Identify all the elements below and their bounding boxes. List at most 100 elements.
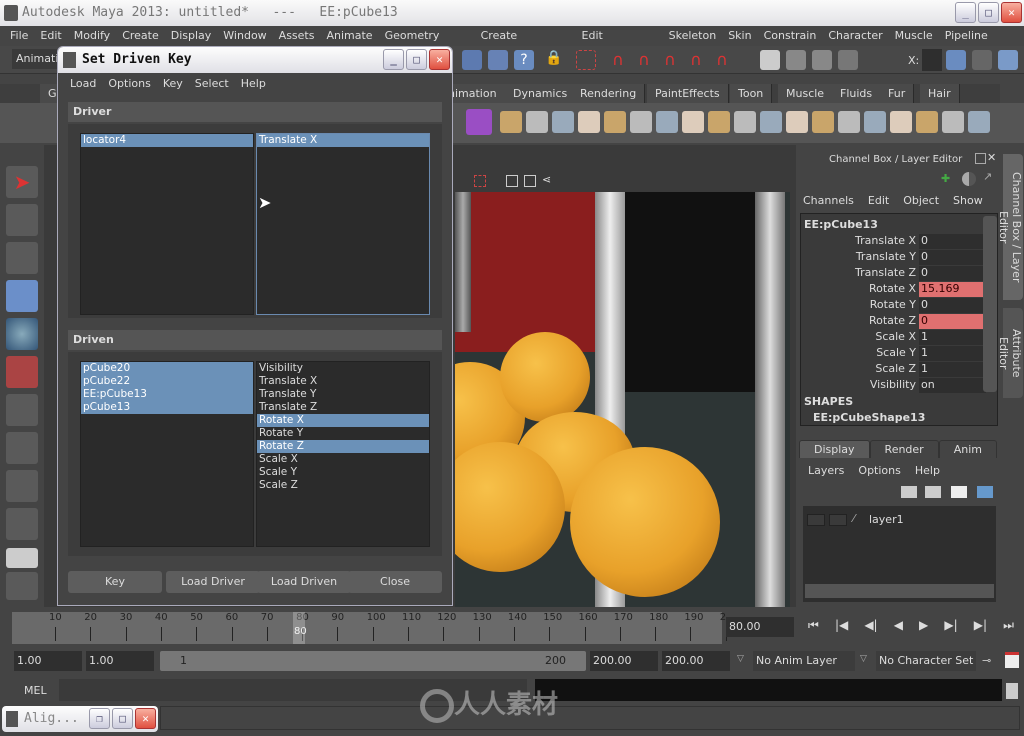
- layer-tab-render[interactable]: Render: [869, 440, 939, 458]
- driver-object-list[interactable]: locator4: [80, 133, 254, 315]
- shelf-tool-icon[interactable]: [760, 111, 782, 133]
- shelf-tool-icon[interactable]: [812, 111, 834, 133]
- snap-point-icon[interactable]: ∩: [660, 50, 680, 70]
- character-set-dropdown[interactable]: No Character Set: [876, 651, 976, 671]
- paint-icon[interactable]: [488, 50, 508, 70]
- channel-value[interactable]: on: [919, 378, 986, 393]
- restore-button[interactable]: ❐: [89, 708, 110, 729]
- list-item[interactable]: Rotate Z: [257, 440, 429, 453]
- menu-geometry-cache[interactable]: Geometry Cache: [379, 26, 475, 62]
- visibility-toggle[interactable]: [807, 514, 825, 526]
- end-time-field[interactable]: 200.00: [662, 651, 730, 671]
- toggle-channel-box-icon[interactable]: [946, 50, 966, 70]
- toggle-tool-settings-icon[interactable]: [972, 50, 992, 70]
- channel-value[interactable]: 1: [919, 362, 986, 377]
- list-item[interactable]: Translate Z: [257, 401, 429, 414]
- list-item[interactable]: Scale Z: [257, 479, 429, 492]
- menu-modify[interactable]: Modify: [68, 26, 116, 46]
- wireframe-icon[interactable]: [506, 175, 518, 187]
- list-item[interactable]: Translate X: [257, 134, 429, 147]
- layer-menu-help[interactable]: Help: [915, 464, 940, 477]
- channel-row-translate-y[interactable]: Translate Y0: [806, 250, 986, 266]
- list-item[interactable]: Visibility: [257, 362, 429, 375]
- viewport-scene[interactable]: [455, 192, 790, 607]
- playback-start-field[interactable]: 1.00: [86, 651, 154, 671]
- play-backward-icon[interactable]: ◀: [894, 618, 903, 638]
- select-region-icon[interactable]: [576, 50, 596, 70]
- channel-value[interactable]: 15.169: [919, 282, 986, 297]
- menu-skeleton[interactable]: Skeleton: [663, 26, 723, 46]
- new-layer-icon[interactable]: [901, 486, 917, 498]
- minimize-button[interactable]: _: [955, 2, 976, 23]
- shelf-tool-icon[interactable]: [526, 111, 548, 133]
- float-icon[interactable]: [975, 153, 986, 164]
- load-driven-button[interactable]: Load Driven: [257, 571, 351, 593]
- shelf-tab-painteffects[interactable]: PaintEffects: [647, 84, 729, 103]
- layer-menu-options[interactable]: Options: [858, 464, 900, 477]
- dialog-menu-load[interactable]: Load: [64, 73, 102, 95]
- dialog-menu-help[interactable]: Help: [235, 73, 272, 95]
- channel-row-translate-x[interactable]: Translate X0: [806, 234, 986, 250]
- channel-row-scale-y[interactable]: Scale Y1: [806, 346, 986, 362]
- move-tool-icon[interactable]: [6, 280, 38, 312]
- menu-muscle[interactable]: Muscle: [889, 26, 939, 46]
- shelf-tool-icon[interactable]: [890, 111, 912, 133]
- channel-menu-channels[interactable]: Channels: [803, 194, 854, 207]
- render-settings-icon[interactable]: [838, 50, 858, 70]
- step-back-frame-icon[interactable]: ◀|: [864, 618, 877, 638]
- rotate-tool-icon[interactable]: [6, 318, 38, 350]
- layer-name[interactable]: layer1: [869, 513, 904, 526]
- shelf-tab-rendering[interactable]: Rendering: [572, 84, 646, 103]
- dialog-menu-options[interactable]: Options: [102, 73, 156, 95]
- x-input[interactable]: [922, 49, 942, 71]
- character-set-dropdown-icon[interactable]: ▽: [860, 654, 867, 664]
- channel-value[interactable]: 0: [919, 298, 986, 313]
- step-forward-key-icon[interactable]: ▶|: [974, 618, 987, 638]
- layer-menu-layers[interactable]: Layers: [808, 464, 844, 477]
- channel-value[interactable]: 0: [919, 266, 986, 281]
- driven-section-header[interactable]: Driven: [68, 330, 442, 350]
- shelf-tool-icon[interactable]: [734, 111, 756, 133]
- anim-layer-dropdown[interactable]: No Anim Layer: [753, 651, 855, 671]
- channel-row-visibility[interactable]: Visibility on: [806, 378, 986, 394]
- channel-value[interactable]: 0: [919, 250, 986, 265]
- step-back-key-icon[interactable]: |◀: [835, 618, 848, 638]
- shelf-item-cube-icon[interactable]: [466, 109, 492, 135]
- dialog-close-button[interactable]: ✕: [429, 49, 450, 70]
- object-name[interactable]: EE:pCube13: [804, 218, 878, 231]
- dialog-minimize-button[interactable]: _: [383, 49, 404, 70]
- menu-window[interactable]: Window: [217, 26, 272, 46]
- driver-section-header[interactable]: Driver: [68, 102, 442, 122]
- list-item[interactable]: pCube13: [81, 401, 253, 414]
- channel-value[interactable]: 1: [919, 346, 986, 361]
- layer-tab-display[interactable]: Display: [799, 440, 870, 458]
- light-layer-selected-icon[interactable]: [977, 486, 993, 498]
- shelf-tab-dynamics[interactable]: Dynamics: [505, 84, 577, 103]
- dialog-menu-select[interactable]: Select: [189, 73, 235, 95]
- command-language-label[interactable]: MEL: [24, 684, 47, 697]
- driven-object-list[interactable]: pCube20 pCube22 EE:pCube13 pCube13: [80, 361, 254, 547]
- paint-select-tool-icon[interactable]: [6, 242, 38, 274]
- soft-mod-icon[interactable]: [6, 432, 38, 464]
- new-layer-selected-icon[interactable]: [925, 486, 941, 498]
- select-camera-icon[interactable]: [474, 175, 486, 187]
- list-item[interactable]: Rotate X: [257, 414, 429, 427]
- close-dialog-button[interactable]: Close: [348, 571, 442, 593]
- list-item[interactable]: EE:pCube13: [81, 388, 253, 401]
- curve-tool-icon[interactable]: [6, 508, 38, 540]
- lasso-tool-icon[interactable]: [6, 204, 38, 236]
- shelf-tool-icon[interactable]: [578, 111, 600, 133]
- close-panel-icon[interactable]: ✕: [987, 151, 996, 164]
- menu-create-deformers[interactable]: Create Deformers: [475, 26, 576, 62]
- menu-animate[interactable]: Animate: [320, 26, 378, 46]
- script-editor-icon[interactable]: [1006, 683, 1018, 699]
- channel-row-scale-z[interactable]: Scale Z1: [806, 362, 986, 378]
- play-forward-icon[interactable]: ▶: [919, 618, 928, 638]
- menu-file[interactable]: File: [4, 26, 34, 46]
- list-item[interactable]: locator4: [81, 134, 253, 147]
- dialog-title-bar[interactable]: Set Driven Key _ □ ✕: [58, 47, 452, 73]
- shelf-tool-icon[interactable]: [786, 111, 808, 133]
- list-item[interactable]: Translate X: [257, 375, 429, 388]
- channel-row-rotate-x[interactable]: Rotate X 15.169: [806, 282, 986, 298]
- anim-layer-dropdown-icon[interactable]: ▽: [737, 654, 744, 664]
